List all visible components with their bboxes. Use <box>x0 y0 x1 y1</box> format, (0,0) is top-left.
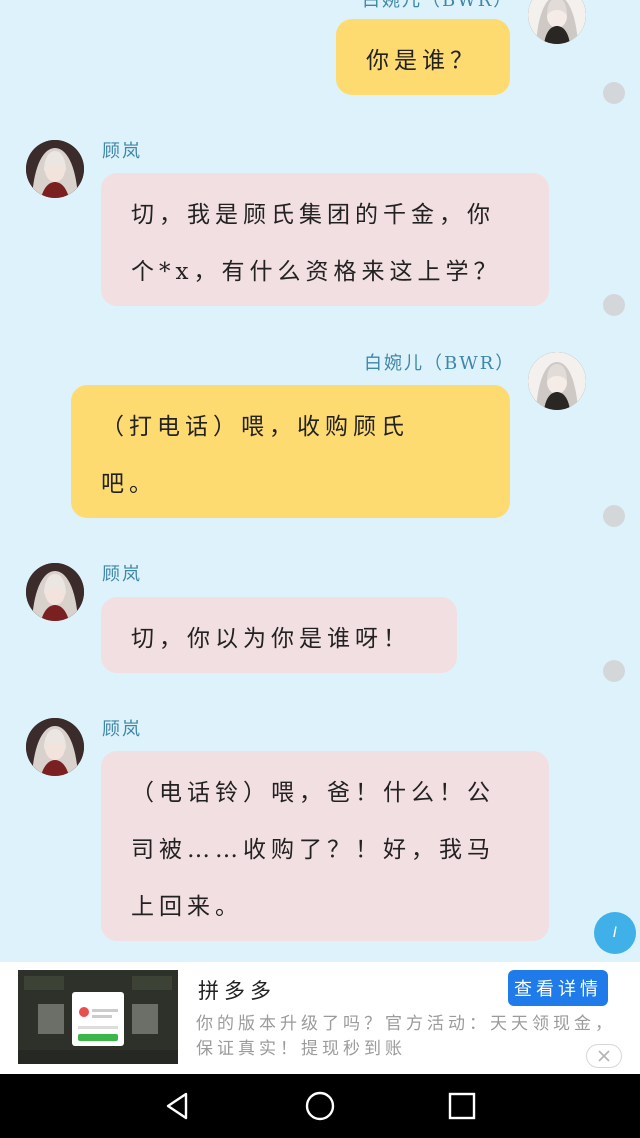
avatar[interactable] <box>528 352 586 410</box>
message-bubble[interactable]: 切，我是顾氏集团的千金，你个*x，有什么资格来这上学？ <box>101 173 549 306</box>
sender-name: 白婉儿（BWR） <box>364 353 516 374</box>
message-text: （打电话）喂，收购顾氏吧。 <box>101 414 409 497</box>
message-bubble[interactable]: （电话铃）喂，爸！什么！公司被……收购了？！好，我马上回来。 <box>101 751 549 941</box>
message-text: 切，你以为你是谁呀！ <box>131 626 411 652</box>
message-text: 你是谁？ <box>366 48 478 74</box>
sender-name: 顾岚 <box>102 141 142 162</box>
message-text: （电话铃）喂，爸！什么！公司被……收购了？！好，我马上回来。 <box>131 780 495 920</box>
message-bubble[interactable]: 切，你以为你是谁呀！ <box>101 597 457 673</box>
avatar[interactable] <box>528 0 586 44</box>
ad-thumbnail[interactable] <box>18 970 178 1064</box>
recents-icon[interactable] <box>444 1088 480 1124</box>
scroll-to-bottom-button[interactable]: I <box>594 912 636 954</box>
read-indicator <box>603 660 625 682</box>
avatar[interactable] <box>26 140 84 198</box>
sender-name: 顾岚 <box>102 719 142 740</box>
avatar[interactable] <box>26 563 84 621</box>
ad-title[interactable]: 拼多多 <box>198 975 276 1005</box>
message-bubble[interactable]: 你是谁？ <box>336 19 510 95</box>
view-details-button[interactable]: 查看详情 <box>508 970 608 1006</box>
back-icon[interactable] <box>160 1088 196 1124</box>
message-text: 切，我是顾氏集团的千金，你个*x，有什么资格来这上学？ <box>131 202 502 285</box>
message-bubble[interactable]: （打电话）喂，收购顾氏吧。 <box>71 385 510 518</box>
scroll-button-label: I <box>612 925 618 941</box>
home-icon[interactable] <box>302 1088 338 1124</box>
sender-name: 白婉儿（BWR） <box>362 0 514 11</box>
read-indicator <box>603 294 625 316</box>
read-indicator <box>603 505 625 527</box>
sender-name: 顾岚 <box>102 564 142 585</box>
ad-description: 你的版本升级了吗？官方活动：天天领现金，保证真实！提现秒到账 <box>196 1014 616 1059</box>
ad-banner[interactable]: 拼多多 你的版本升级了吗？官方活动：天天领现金，保证真实！提现秒到账 查看详情 <box>0 962 640 1074</box>
navigation-bar <box>0 1074 640 1138</box>
chat-area[interactable]: 白婉儿（BWR） 你是谁？ 顾岚 切，我是顾氏集团的千金，你个*x，有什么资格来… <box>0 0 640 962</box>
avatar[interactable] <box>26 718 84 776</box>
close-icon[interactable] <box>586 1044 622 1068</box>
read-indicator <box>603 82 625 104</box>
